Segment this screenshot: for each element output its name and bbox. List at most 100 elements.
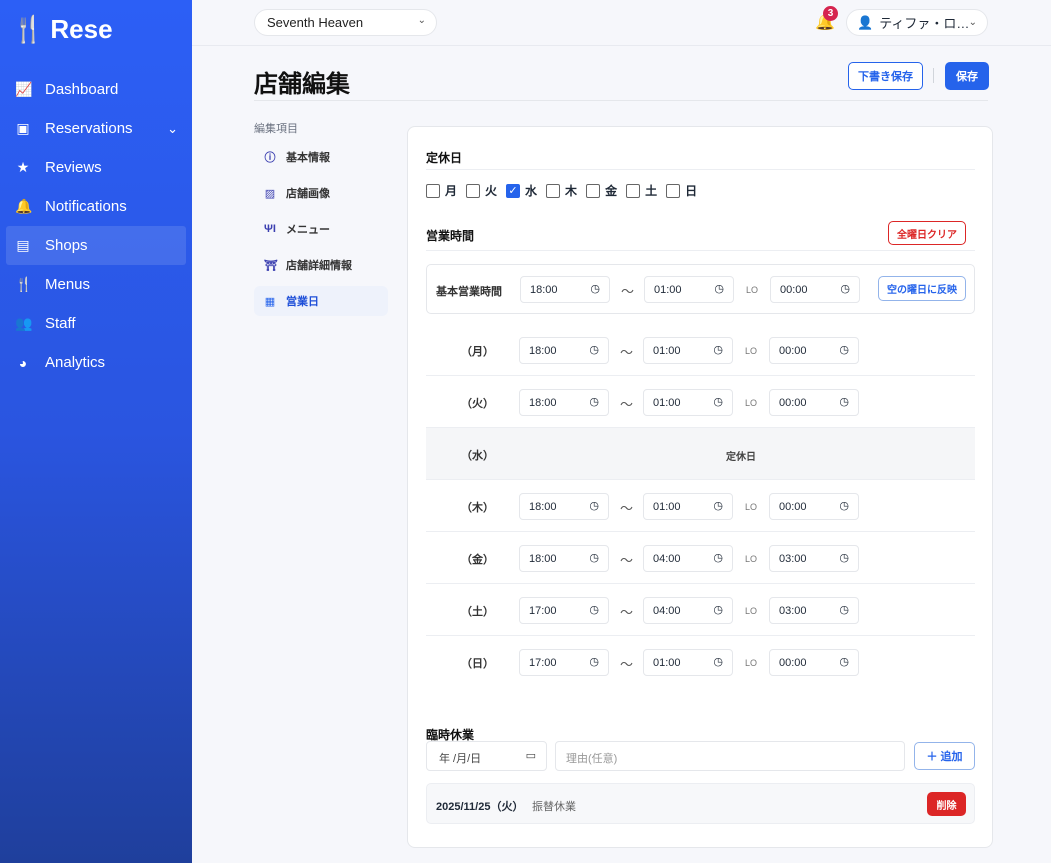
clock-icon: ◷ [590,283,600,295]
shop-select[interactable]: Seventh Heaven ⌄ [254,9,437,36]
day-label: （火） [461,398,494,410]
lo-label: LO [745,658,758,668]
closure-date-input[interactable]: 年 /月/日 ▭ [426,741,547,771]
lo-time-input[interactable]: 03:00 ◷ [769,545,859,572]
closed-day-option[interactable]: 月 [426,182,457,199]
checkbox[interactable] [466,183,481,198]
base-close-time-input[interactable]: 01:00 ◷ [644,276,734,303]
closed-day-option[interactable]: 火 [466,182,497,199]
sidebar-item-menus[interactable]: 🍴 Menus [6,265,186,304]
close-time-input[interactable]: 04:00 ◷ [643,597,733,624]
user-menu[interactable]: 👤 ティファ・ロ… ⌄ [846,9,988,36]
open-time-input[interactable]: 18:00 ◷ [519,545,609,572]
lo-label: LO [745,398,758,408]
store-icon: ▤ [16,237,30,253]
sidebar-item-staff[interactable]: 👥 Staff [6,304,186,343]
lo-time-input[interactable]: 00:00 ◷ [769,337,859,364]
closure-reason-input[interactable]: 理由(任意) [555,741,905,771]
open-time-input[interactable]: 18:00 ◷ [519,389,609,416]
save-draft-button[interactable]: 下書き保存 [848,62,923,90]
closed-day-option[interactable]: 土 [626,182,657,199]
sidebar-item-dashboard[interactable]: 📈 Dashboard [6,70,186,109]
close-time-input[interactable]: 01:00 ◷ [643,337,733,364]
delete-closure-button[interactable]: 削除 [927,792,966,816]
open-time-input[interactable]: 18:00 ◷ [519,337,609,364]
closed-day-option[interactable]: 金 [586,182,617,199]
open-time-input[interactable]: 17:00 ◷ [519,597,609,624]
close-time-input[interactable]: 01:00 ◷ [643,649,733,676]
clock-icon: ◷ [713,344,723,356]
lo-label: LO [745,346,758,356]
subnav-item-shop-details[interactable]: ⛩ 店舗詳細情報 [254,250,388,280]
sidebar-nav: 📈 Dashboard ▣ Reservations ⌄ ★ Reviews 🔔 Noti… [6,70,186,382]
sidebar-item-reviews[interactable]: ★ Reviews [6,148,186,187]
clock-icon: ◷ [589,656,599,668]
close-time-input[interactable]: 04:00 ◷ [643,545,733,572]
chair-icon: ⛩ [264,259,278,272]
subnav-heading: 編集項目 [254,123,298,135]
users-icon: 👥 [15,315,33,331]
sidebar-item-notifications[interactable]: 🔔 Notifications [6,187,186,226]
subnav-item-basic-info[interactable]: ⓘ 基本情報 [254,142,388,172]
calendar-check-icon: ▣ [16,120,30,136]
clock-icon: ◷ [589,344,599,356]
page-title: 店舗編集 [254,71,350,98]
chevron-down-icon: ⌄ [167,120,178,136]
utensils-icon: ΨΙ [264,223,276,235]
clock-icon: ◷ [839,344,849,356]
edit-section-nav: 編集項目 ⓘ 基本情報 ▨ 店舗画像 ΨΙ メニュー ⛩ 店舗詳細情報 ▦ 営業日 [254,120,388,322]
base-open-time-input[interactable]: 18:00 ◷ [520,276,610,303]
clock-icon: ◷ [839,656,849,668]
chevron-down-icon: ⌄ [417,15,426,26]
sidebar-item-analytics[interactable]: ◕ Analytics [6,343,186,382]
checkbox[interactable]: ✓ [506,183,521,198]
sidebar: 🍴 Rese 📈 Dashboard ▣ Reservations ⌄ ★ Reviews… [0,0,192,863]
save-button[interactable]: 保存 [945,62,989,90]
sidebar-item-reservations[interactable]: ▣ Reservations ⌄ [6,109,186,148]
subnav-item-shop-images[interactable]: ▨ 店舗画像 [254,178,388,208]
lo-label: LO [745,554,758,564]
tilde-separator: ～ [620,605,634,620]
tilde-separator: ～ [620,501,634,516]
utensils-icon: 🍴 [15,276,33,292]
base-lo-time-input[interactable]: 00:00 ◷ [770,276,860,303]
close-time-input[interactable]: 01:00 ◷ [643,493,733,520]
open-time-input[interactable]: 17:00 ◷ [519,649,609,676]
open-time-input[interactable]: 18:00 ◷ [519,493,609,520]
notification-badge: 3 [823,6,838,21]
chevron-down-icon: ⌄ [968,17,977,28]
clear-all-days-button[interactable]: 全曜日クリア [888,221,966,245]
sidebar-item-shops[interactable]: ▤ Shops [6,226,186,265]
checkbox[interactable] [546,183,561,198]
clock-icon: ◷ [839,552,849,564]
clock-icon: ◷ [713,656,723,668]
lo-time-input[interactable]: 00:00 ◷ [769,649,859,676]
lo-time-input[interactable]: 00:00 ◷ [769,493,859,520]
closed-day-option[interactable]: ✓ 水 [506,182,537,199]
star-icon: ★ [16,159,30,175]
clock-icon: ◷ [839,396,849,408]
checkbox[interactable] [666,183,681,198]
checkbox[interactable] [586,183,601,198]
checkbox[interactable] [426,183,440,198]
lo-time-input[interactable]: 03:00 ◷ [769,597,859,624]
checkbox[interactable] [626,183,641,198]
tilde-separator: ～ [620,657,634,672]
lo-label: LO [745,606,758,616]
app-logo[interactable]: 🍴 Rese [12,14,113,45]
day-label: （水） [461,450,494,462]
subnav-item-menu[interactable]: ΨΙ メニュー [254,214,388,244]
add-closure-button[interactable]: ＋ 追加 [914,742,975,770]
day-hours-row: （土） 17:00 ◷ ～ 04:00 ◷ LO 03:00 ◷ [426,584,975,636]
lo-time-input[interactable]: 00:00 ◷ [769,389,859,416]
clock-icon: ◷ [589,396,599,408]
lo-label: LO [745,502,758,512]
closed-day-option[interactable]: 木 [546,182,577,199]
close-time-input[interactable]: 01:00 ◷ [643,389,733,416]
apply-to-empty-days-button[interactable]: 空の曜日に反映 [878,276,966,301]
calendar-icon: ▦ [264,295,276,308]
divider [426,250,975,251]
closed-day-option[interactable]: 日 [666,182,697,199]
subnav-item-business-days[interactable]: ▦ 営業日 [254,286,388,316]
hours-heading: 営業時間 [426,229,475,243]
